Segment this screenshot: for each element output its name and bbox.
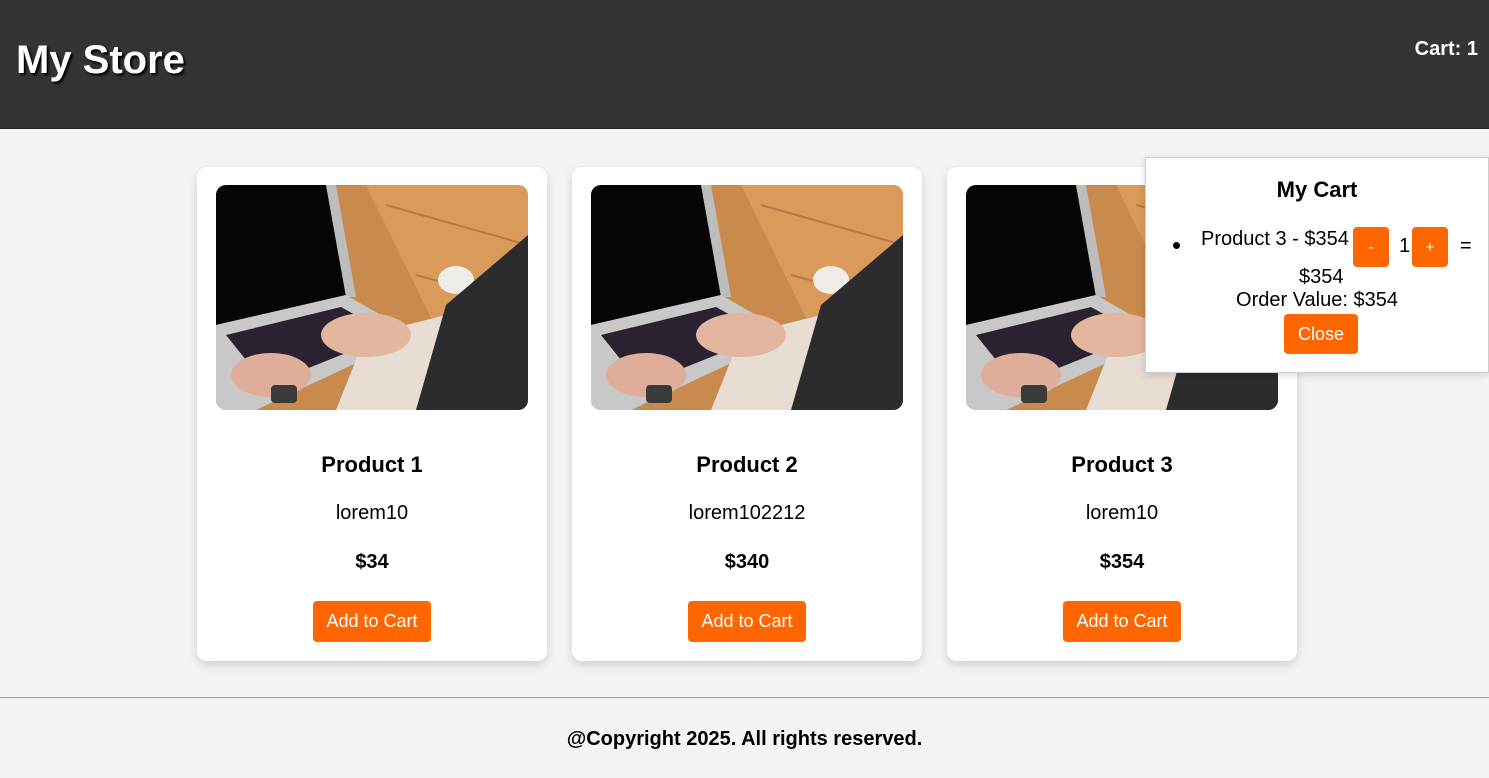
cart-count-link[interactable]: Cart: 1 [1415,38,1478,61]
site-footer: @Copyright 2025. All rights reserved. [0,697,1489,778]
product-name: Product 3 [1071,452,1173,477]
equals-sign: = [1460,235,1472,257]
product-description: lorem102212 [688,502,806,524]
product-description: lorem10 [335,502,409,524]
laptop-typing-photo-icon [216,185,528,410]
order-value: Order Value: $354 [1236,289,1398,311]
close-cart-button[interactable]: Close [1284,314,1358,354]
list-bullet [1173,242,1180,249]
cart-item-quantity: 1 [1399,235,1411,257]
add-to-cart-button[interactable]: Add to Cart [313,601,431,642]
cart-title: My Cart [1276,177,1358,202]
product-name: Product 1 [321,452,423,477]
product-price: $340 [724,551,770,573]
product-image [216,185,528,410]
cart-item-subtotal: $354 [1299,266,1344,288]
add-to-cart-button[interactable]: Add to Cart [688,601,806,642]
site-header: My Store Cart: 1 [0,0,1489,129]
product-card: Product 1 lorem10 $34 Add to Cart [197,167,547,661]
add-to-cart-button[interactable]: Add to Cart [1063,601,1181,642]
cart-item-label: Product 3 - $354 [1201,228,1349,250]
laptop-typing-photo-icon [591,185,903,410]
store-title: My Store [16,38,185,82]
product-price: $354 [1099,551,1145,573]
product-price: $34 [355,551,389,573]
product-description: lorem10 [1085,502,1159,524]
product-card: Product 2 lorem102212 $340 Add to Cart [572,167,922,661]
copyright-text: @Copyright 2025. All rights reserved. [566,728,923,750]
product-name: Product 2 [696,452,798,477]
cart-panel: My Cart Product 3 - $354 - 1 + = $354 Or… [1145,157,1489,373]
increment-quantity-button[interactable]: + [1412,227,1448,267]
product-image [591,185,903,410]
decrement-quantity-button[interactable]: - [1353,227,1389,267]
